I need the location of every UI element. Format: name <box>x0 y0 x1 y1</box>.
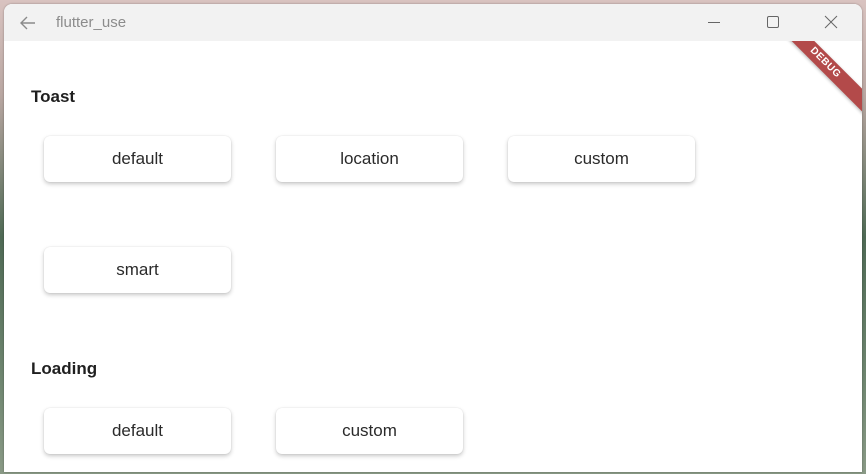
content-area: DEBUG Toast default location custom smar… <box>4 41 862 472</box>
toast-smart-button[interactable]: smart <box>44 247 231 293</box>
minimize-icon[interactable] <box>704 12 724 32</box>
loading-custom-button[interactable]: custom <box>276 408 463 454</box>
toast-default-button[interactable]: default <box>44 136 231 182</box>
loading-default-button[interactable]: default <box>44 408 231 454</box>
app-window: flutter_use DEBUG Toast default location… <box>4 4 862 472</box>
back-arrow-icon[interactable] <box>18 13 38 33</box>
maximize-icon[interactable] <box>763 12 783 32</box>
toast-custom-button[interactable]: custom <box>508 136 695 182</box>
close-icon[interactable] <box>821 12 841 32</box>
window-title: flutter_use <box>56 14 127 31</box>
section-title-loading: Loading <box>31 359 98 378</box>
section-title-toast: Toast <box>31 87 76 106</box>
toast-location-button[interactable]: location <box>276 136 463 182</box>
debug-banner: DEBUG <box>766 41 862 122</box>
title-bar: flutter_use <box>4 4 862 41</box>
